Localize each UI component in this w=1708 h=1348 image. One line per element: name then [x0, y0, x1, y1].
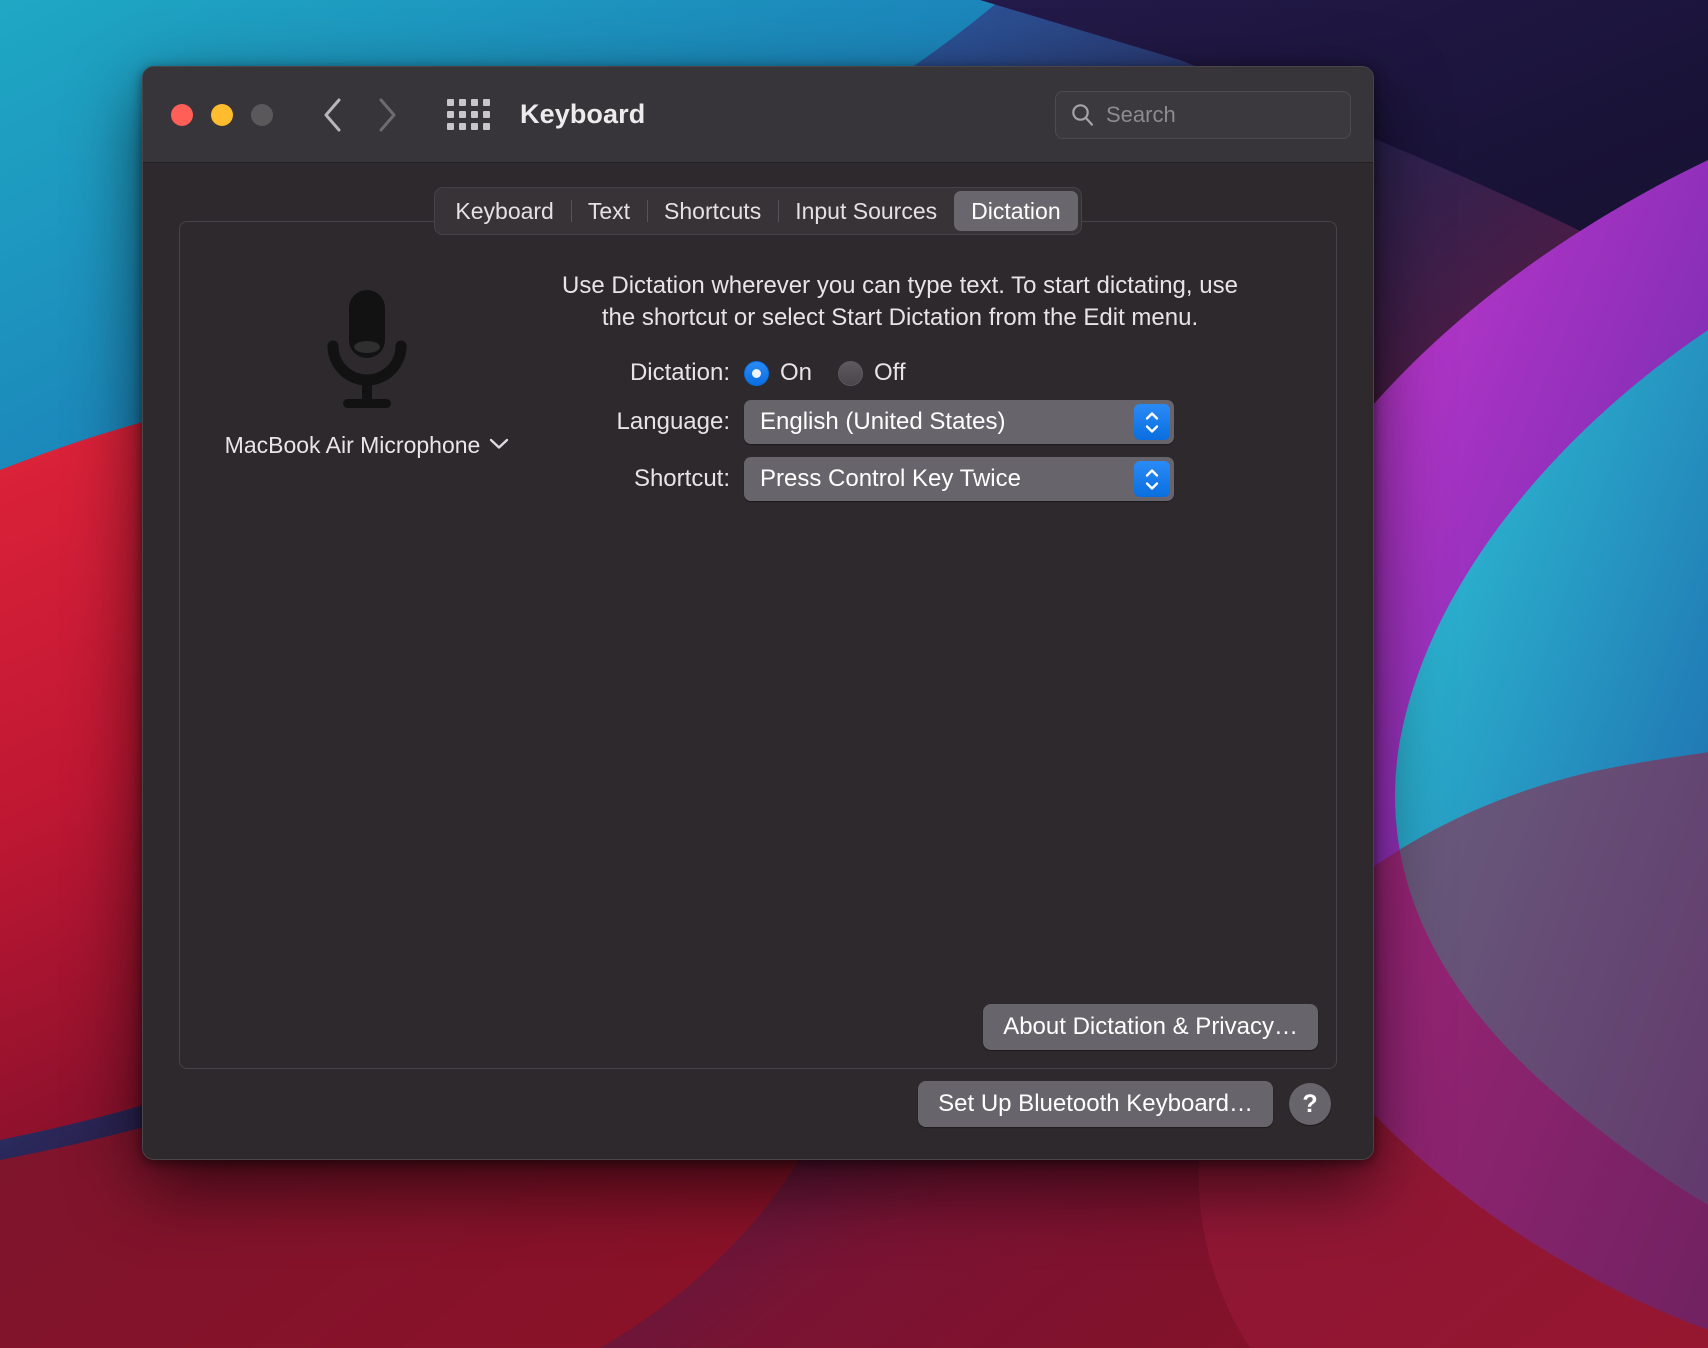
search-input[interactable] — [1106, 101, 1336, 128]
settings-form: Dictation: On Off Language: English (Uni… — [572, 359, 1292, 502]
set-up-bluetooth-keyboard-button[interactable]: Set Up Bluetooth Keyboard… — [918, 1081, 1273, 1127]
radio-on-label: On — [780, 359, 813, 387]
tab-bar: Keyboard Text Shortcuts Input Sources Di… — [143, 187, 1373, 235]
show-all-grid-icon[interactable] — [447, 99, 490, 130]
about-dictation-privacy-button[interactable]: About Dictation & Privacy… — [983, 1004, 1318, 1050]
language-popup-button[interactable]: English (United States) — [744, 400, 1174, 445]
language-row: Language: English (United States) — [572, 400, 1292, 445]
microphone-source-label: MacBook Air Microphone — [224, 432, 481, 458]
navigation-buttons — [317, 95, 403, 135]
tab-dictation[interactable]: Dictation — [954, 191, 1078, 231]
search-icon — [1070, 102, 1095, 127]
shortcut-value: Press Control Key Twice — [760, 465, 1021, 493]
tab-keyboard[interactable]: Keyboard — [438, 191, 570, 231]
chevron-right-icon[interactable] — [371, 95, 403, 135]
microphone-section: MacBook Air Microphone — [202, 284, 532, 459]
traffic-light-controls — [171, 103, 273, 126]
page-title: Keyboard — [520, 99, 646, 129]
microphone-icon — [327, 290, 407, 408]
language-value: English (United States) — [760, 408, 1006, 436]
search-field[interactable] — [1055, 90, 1351, 139]
stepper-up-down-icon[interactable] — [1134, 404, 1170, 441]
close-button[interactable] — [171, 103, 193, 126]
dictation-radio-off[interactable]: Off — [838, 359, 906, 387]
radio-on-indicator[interactable] — [744, 360, 769, 386]
shortcut-popup-button[interactable]: Press Control Key Twice — [744, 457, 1174, 502]
radio-off-label: Off — [874, 359, 906, 387]
dictation-label: Dictation: — [629, 359, 730, 387]
window-footer: Set Up Bluetooth Keyboard… ? — [179, 1069, 1337, 1139]
microphone-source-selector[interactable]: MacBook Air Microphone — [225, 432, 510, 459]
chevron-down-icon[interactable] — [489, 437, 509, 455]
dictation-settings: Use Dictation wherever you can type text… — [562, 266, 1292, 502]
tab-text[interactable]: Text — [570, 191, 647, 231]
tab-input-sources[interactable]: Input Sources — [778, 191, 954, 231]
minimize-button[interactable] — [211, 103, 233, 126]
window-body: Keyboard Text Shortcuts Input Sources Di… — [143, 163, 1373, 1159]
tab-shortcuts[interactable]: Shortcuts — [647, 191, 778, 231]
dictation-toggle-row: Dictation: On Off — [572, 359, 1292, 387]
system-preferences-window: Keyboard Keyboard Text Shortcuts Input S… — [142, 66, 1374, 1160]
dictation-radio-on[interactable]: On — [744, 359, 812, 387]
help-button[interactable]: ? — [1289, 1083, 1331, 1125]
dictation-description: Use Dictation wherever you can type text… — [562, 272, 1238, 331]
zoom-button[interactable] — [251, 103, 273, 126]
stepper-up-down-icon[interactable] — [1134, 461, 1170, 498]
dictation-panel: MacBook Air Microphone Use Dictation whe… — [179, 221, 1337, 1069]
shortcut-label: Shortcut: — [633, 465, 730, 493]
radio-off-indicator[interactable] — [838, 360, 864, 386]
shortcut-row: Shortcut: Press Control Key Twice — [572, 457, 1292, 502]
dictation-radio-group: On Off — [744, 359, 906, 387]
chevron-left-icon[interactable] — [317, 95, 349, 135]
language-label: Language: — [616, 408, 730, 436]
window-titlebar: Keyboard — [143, 67, 1373, 163]
